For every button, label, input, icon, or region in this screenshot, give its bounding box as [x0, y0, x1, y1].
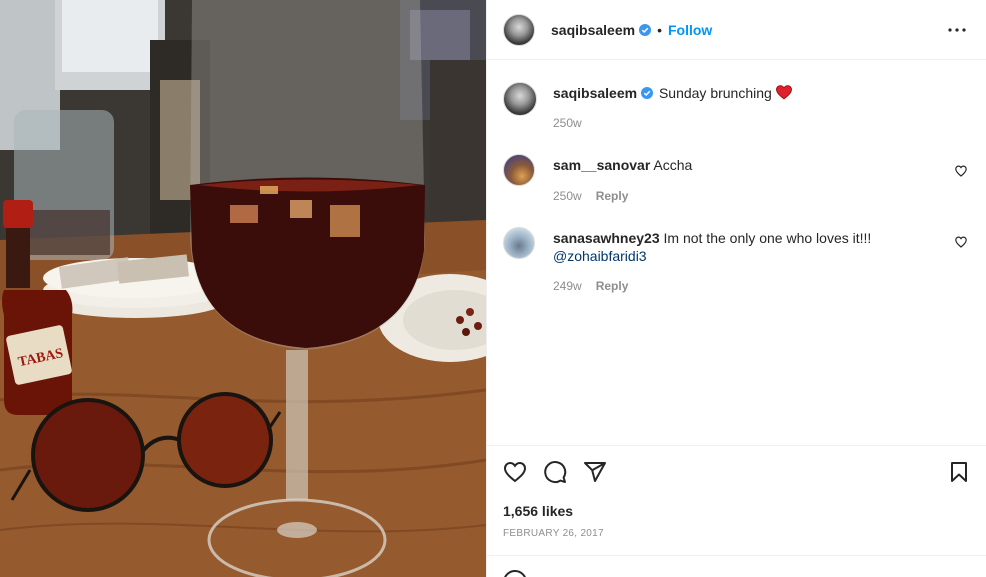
- comment-row: sam__sanovar Accha 250w Reply: [503, 154, 973, 204]
- comment-text-block: sam__sanovar Accha: [553, 156, 943, 174]
- paper-plane-icon[interactable]: [583, 460, 607, 484]
- author-username[interactable]: saqibsaleem: [551, 22, 635, 38]
- comment-meta: 250w Reply: [553, 189, 628, 203]
- caption-text: Sunday brunching: [658, 85, 772, 101]
- photo-illustration: TABAS: [0, 0, 486, 577]
- caption-row: saqibsaleem Sunday brunching 250w: [503, 82, 973, 132]
- author-avatar[interactable]: [503, 13, 535, 46]
- comment-mention-link[interactable]: @zohaibfaridi3: [553, 248, 647, 264]
- caption-avatar[interactable]: [503, 82, 537, 116]
- red-heart-emoji-icon: [775, 85, 792, 100]
- post-date[interactable]: FEBRUARY 26, 2017: [503, 528, 604, 539]
- post-side-panel: saqibsaleem • Follow saqibsaleem Sunday …: [486, 0, 986, 577]
- follow-button[interactable]: Follow: [668, 22, 712, 38]
- comment-username[interactable]: sam__sanovar: [553, 157, 650, 173]
- comment-like-heart-icon[interactable]: [955, 165, 967, 177]
- caption-text-block: saqibsaleem Sunday brunching: [553, 84, 943, 102]
- comment-text: Im not the only one who loves it!!!: [663, 230, 872, 246]
- reply-button[interactable]: Reply: [596, 279, 629, 293]
- emoji-icon[interactable]: [503, 570, 527, 577]
- comment-time: 249w: [553, 279, 582, 293]
- comment-time: 250w: [553, 189, 582, 203]
- comment-row: sanasawhney23 Im not the only one who lo…: [503, 227, 973, 297]
- more-horizontal-icon[interactable]: [945, 18, 969, 42]
- post-photo[interactable]: TABAS: [0, 0, 486, 577]
- comment-meta: 249w Reply: [553, 279, 628, 293]
- header-separator: •: [657, 21, 662, 38]
- heart-icon[interactable]: [503, 460, 527, 484]
- verified-badge-icon: [641, 87, 654, 99]
- like-count[interactable]: 1,656 likes: [503, 503, 573, 519]
- comment-like-heart-icon[interactable]: [955, 236, 967, 248]
- post-actions: 1,656 likes FEBRUARY 26, 2017: [487, 445, 986, 555]
- comment-username[interactable]: sanasawhney23: [553, 230, 660, 246]
- verified-badge-icon: [639, 23, 652, 36]
- comment-text: Accha: [653, 157, 693, 173]
- caption-username[interactable]: saqibsaleem: [553, 85, 637, 101]
- reply-button[interactable]: Reply: [596, 189, 629, 203]
- commenter-avatar[interactable]: [503, 227, 535, 259]
- instagram-post: TABAS saqibsaleem • Follow saqibsaleem S…: [0, 0, 986, 577]
- comment-text-block: sanasawhney23 Im not the only one who lo…: [553, 229, 943, 265]
- commenter-avatar[interactable]: [503, 154, 535, 186]
- post-header: saqibsaleem • Follow: [487, 0, 986, 60]
- add-comment-bar: [487, 555, 986, 577]
- bookmark-icon[interactable]: [947, 460, 971, 484]
- caption-time: 250w: [553, 116, 582, 130]
- author-info: saqibsaleem • Follow: [551, 22, 712, 38]
- comment-icon[interactable]: [543, 460, 567, 484]
